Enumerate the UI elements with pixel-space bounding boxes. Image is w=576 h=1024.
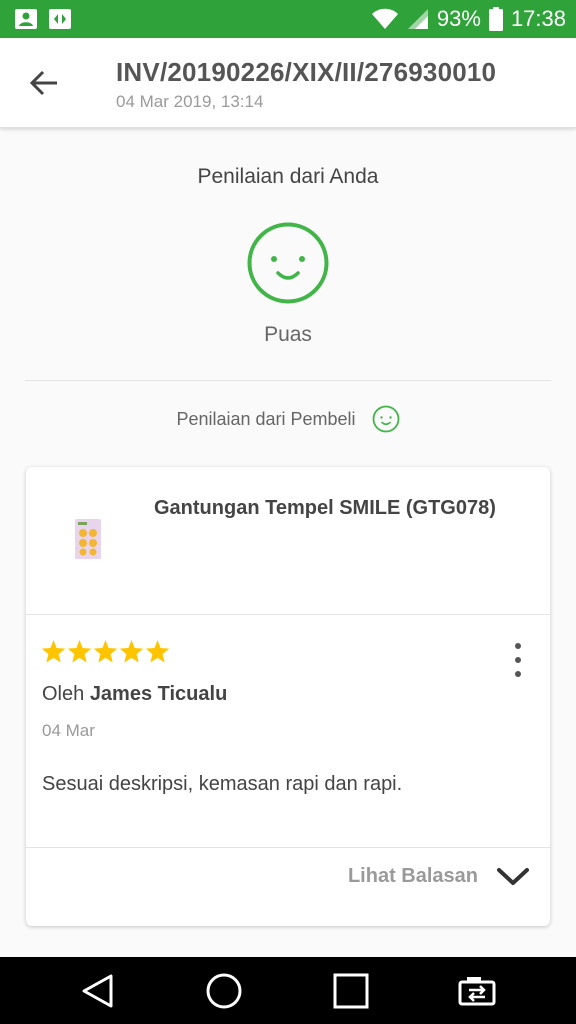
wifi-icon xyxy=(371,8,398,29)
buyer-rating-row: Penilaian dari Pembeli xyxy=(0,404,576,434)
star-rating xyxy=(41,639,170,664)
your-rating-result: Puas xyxy=(264,323,312,346)
product-name[interactable]: Gantungan Tempel SMILE (GTG078) xyxy=(154,497,496,520)
review-text: Sesuai deskripsi, kemasan rapi dan rapi. xyxy=(42,773,403,795)
review-card: Gantungan Tempel SMILE (GTG078) Oleh Jam… xyxy=(26,467,550,926)
signal-icon xyxy=(407,9,428,29)
review-date: 04 Mar xyxy=(42,721,95,740)
home-circle-icon[interactable] xyxy=(204,971,244,1011)
view-replies-button[interactable]: Lihat Balasan xyxy=(348,865,530,888)
chevron-down-icon xyxy=(497,867,529,885)
reviewer-name: James Ticualu xyxy=(89,683,228,705)
divider xyxy=(26,847,550,848)
battery-percent: 93% xyxy=(436,6,481,31)
star-icon xyxy=(41,640,66,663)
invoice-date: 04 Mar 2019, 13:14 xyxy=(116,92,264,111)
star-icon xyxy=(119,640,144,663)
clock: 17:38 xyxy=(510,6,566,31)
screen-switch-icon[interactable] xyxy=(457,971,497,1011)
divider xyxy=(26,614,550,615)
invoice-number: INV/20190226/XIX/II/276930010 xyxy=(116,57,497,87)
more-options-icon[interactable] xyxy=(504,643,532,677)
battery-icon xyxy=(488,7,503,31)
reviewer-prefix: Oleh xyxy=(42,683,85,705)
back-arrow-icon[interactable] xyxy=(28,68,60,98)
your-rating-label: Penilaian dari Anda xyxy=(197,165,379,188)
contact-card-icon xyxy=(15,9,37,29)
recents-square-icon[interactable] xyxy=(331,971,371,1011)
system-nav-bar xyxy=(0,957,576,1024)
star-icon xyxy=(93,640,118,663)
buyer-rating-label: Penilaian dari Pembeli xyxy=(176,408,356,429)
status-bar: 93% 17:38 xyxy=(0,0,576,38)
view-replies-label: Lihat Balasan xyxy=(347,865,478,887)
reviewer-line: Oleh James Ticualu xyxy=(42,683,227,706)
app-header: INV/20190226/XIX/II/276930010 04 Mar 201… xyxy=(0,38,576,128)
star-icon xyxy=(145,640,170,663)
smiley-icon xyxy=(247,222,329,304)
star-icon xyxy=(67,640,92,663)
back-triangle-icon[interactable] xyxy=(78,971,118,1011)
divider xyxy=(25,380,551,381)
product-thumbnail[interactable] xyxy=(75,519,101,559)
media-app-icon xyxy=(49,9,71,29)
small-smiley-icon xyxy=(372,405,399,433)
